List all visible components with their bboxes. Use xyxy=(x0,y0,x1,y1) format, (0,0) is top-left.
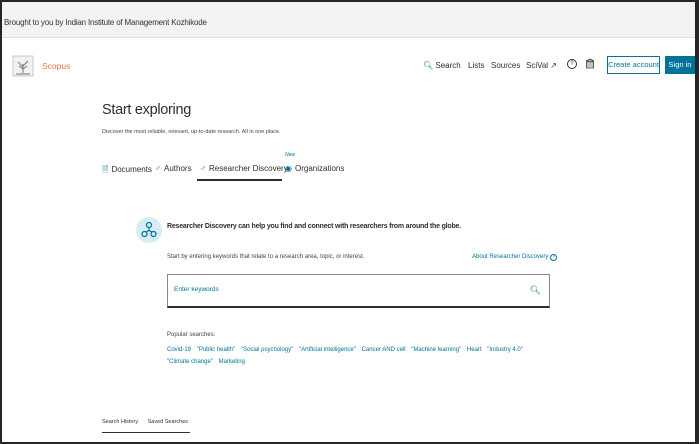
search-icon[interactable]: 🔍︎ xyxy=(530,285,541,296)
keywords-input[interactable] xyxy=(174,286,474,293)
popular-search-link[interactable]: "Public health" xyxy=(197,347,236,353)
search-icon: 🔍︎ xyxy=(423,61,434,70)
browser-frame: Brought to you by Indian Institute of Ma… xyxy=(2,2,695,442)
top-navigation: Scopus 🔍︎ Search Lists Sources SciVal ↗ … xyxy=(2,38,695,96)
page-subtitle: Discover the most reliable, relevant, up… xyxy=(102,129,281,135)
keywords-hint: Start by entering keywords that relate t… xyxy=(167,254,365,260)
building-icon: ◉ xyxy=(285,164,292,173)
popular-search-link[interactable]: Marketing xyxy=(219,359,245,365)
tab-search-history[interactable]: Search History xyxy=(102,419,138,425)
popular-searches-list: Covid-19 "Public health" "Social psychol… xyxy=(167,344,527,368)
tab-documents[interactable]: 🗎︎ Documents xyxy=(102,164,152,178)
popular-search-link[interactable]: "Machine learning" xyxy=(411,347,461,353)
tab-researcher-discovery-label: Researcher Discovery xyxy=(209,164,288,173)
nav-scival-link[interactable]: SciVal ↗ xyxy=(526,61,557,70)
tab-researcher-discovery[interactable]: ♂︎ Researcher Discovery xyxy=(200,164,288,173)
create-account-button[interactable]: Create account xyxy=(607,56,660,74)
active-tab-indicator xyxy=(197,179,282,181)
scopus-brand[interactable]: Scopus xyxy=(42,61,70,71)
nav-sources-link[interactable]: Sources xyxy=(491,61,520,70)
tab-saved-searches[interactable]: Saved Searches xyxy=(148,419,188,425)
about-link-label: About Researcher Discovery xyxy=(472,254,549,260)
researcher-network-icon xyxy=(136,217,162,243)
institution-icon[interactable] xyxy=(585,58,595,70)
popular-search-link[interactable]: Heart xyxy=(467,347,482,353)
tab-authors-label: Authors xyxy=(164,164,192,173)
popular-search-link[interactable]: "Social psychology" xyxy=(241,347,293,353)
popular-search-link[interactable]: "Industry 4.0" xyxy=(487,347,523,353)
document-icon: 🗎︎ xyxy=(102,165,109,174)
keywords-search-box[interactable]: 🔍︎ xyxy=(167,274,550,308)
elsevier-logo-icon xyxy=(12,55,34,77)
help-icon[interactable]: ? xyxy=(567,59,577,69)
page-title: Start exploring xyxy=(102,102,191,118)
new-badge: New xyxy=(285,152,296,158)
popular-search-link[interactable]: "Artificial intelligence" xyxy=(299,347,356,353)
institution-banner: Brought to you by Indian Institute of Ma… xyxy=(2,2,695,38)
nav-lists-link[interactable]: Lists xyxy=(468,61,484,70)
about-researcher-discovery-link[interactable]: About Researcher Discovery i xyxy=(472,254,558,261)
history-tabs-underline xyxy=(102,432,190,433)
person-icon: ♂︎ xyxy=(155,164,161,173)
banner-text: Brought to you by Indian Institute of Ma… xyxy=(4,18,207,27)
tab-organizations-label: Organizations xyxy=(294,164,345,173)
tab-authors[interactable]: ♂︎ Authors xyxy=(155,164,192,173)
info-icon: i xyxy=(550,254,558,261)
search-type-tabs: New 🗎︎ Documents ♂︎ Authors ♂︎ Researcher D… xyxy=(102,152,602,182)
popular-search-link[interactable]: "Climate change" xyxy=(167,359,213,365)
popular-search-link[interactable]: Covid-19 xyxy=(167,347,191,353)
popular-searches-label: Popular searches: xyxy=(167,332,216,338)
tab-documents-label: Documents xyxy=(111,165,152,174)
tab-organizations[interactable]: ◉ Organizations xyxy=(285,164,344,173)
nav-search-label: Search xyxy=(435,61,461,70)
network-icon: ♂︎ xyxy=(200,164,206,173)
researcher-discovery-headline: Researcher Discovery can help you find a… xyxy=(167,223,461,230)
popular-search-link[interactable]: Cancer AND cell xyxy=(362,347,406,353)
history-tabs: Search History Saved Searches xyxy=(102,419,196,425)
nav-search-link[interactable]: 🔍︎ Search xyxy=(423,61,461,70)
sign-in-button[interactable]: Sign in xyxy=(665,56,695,74)
